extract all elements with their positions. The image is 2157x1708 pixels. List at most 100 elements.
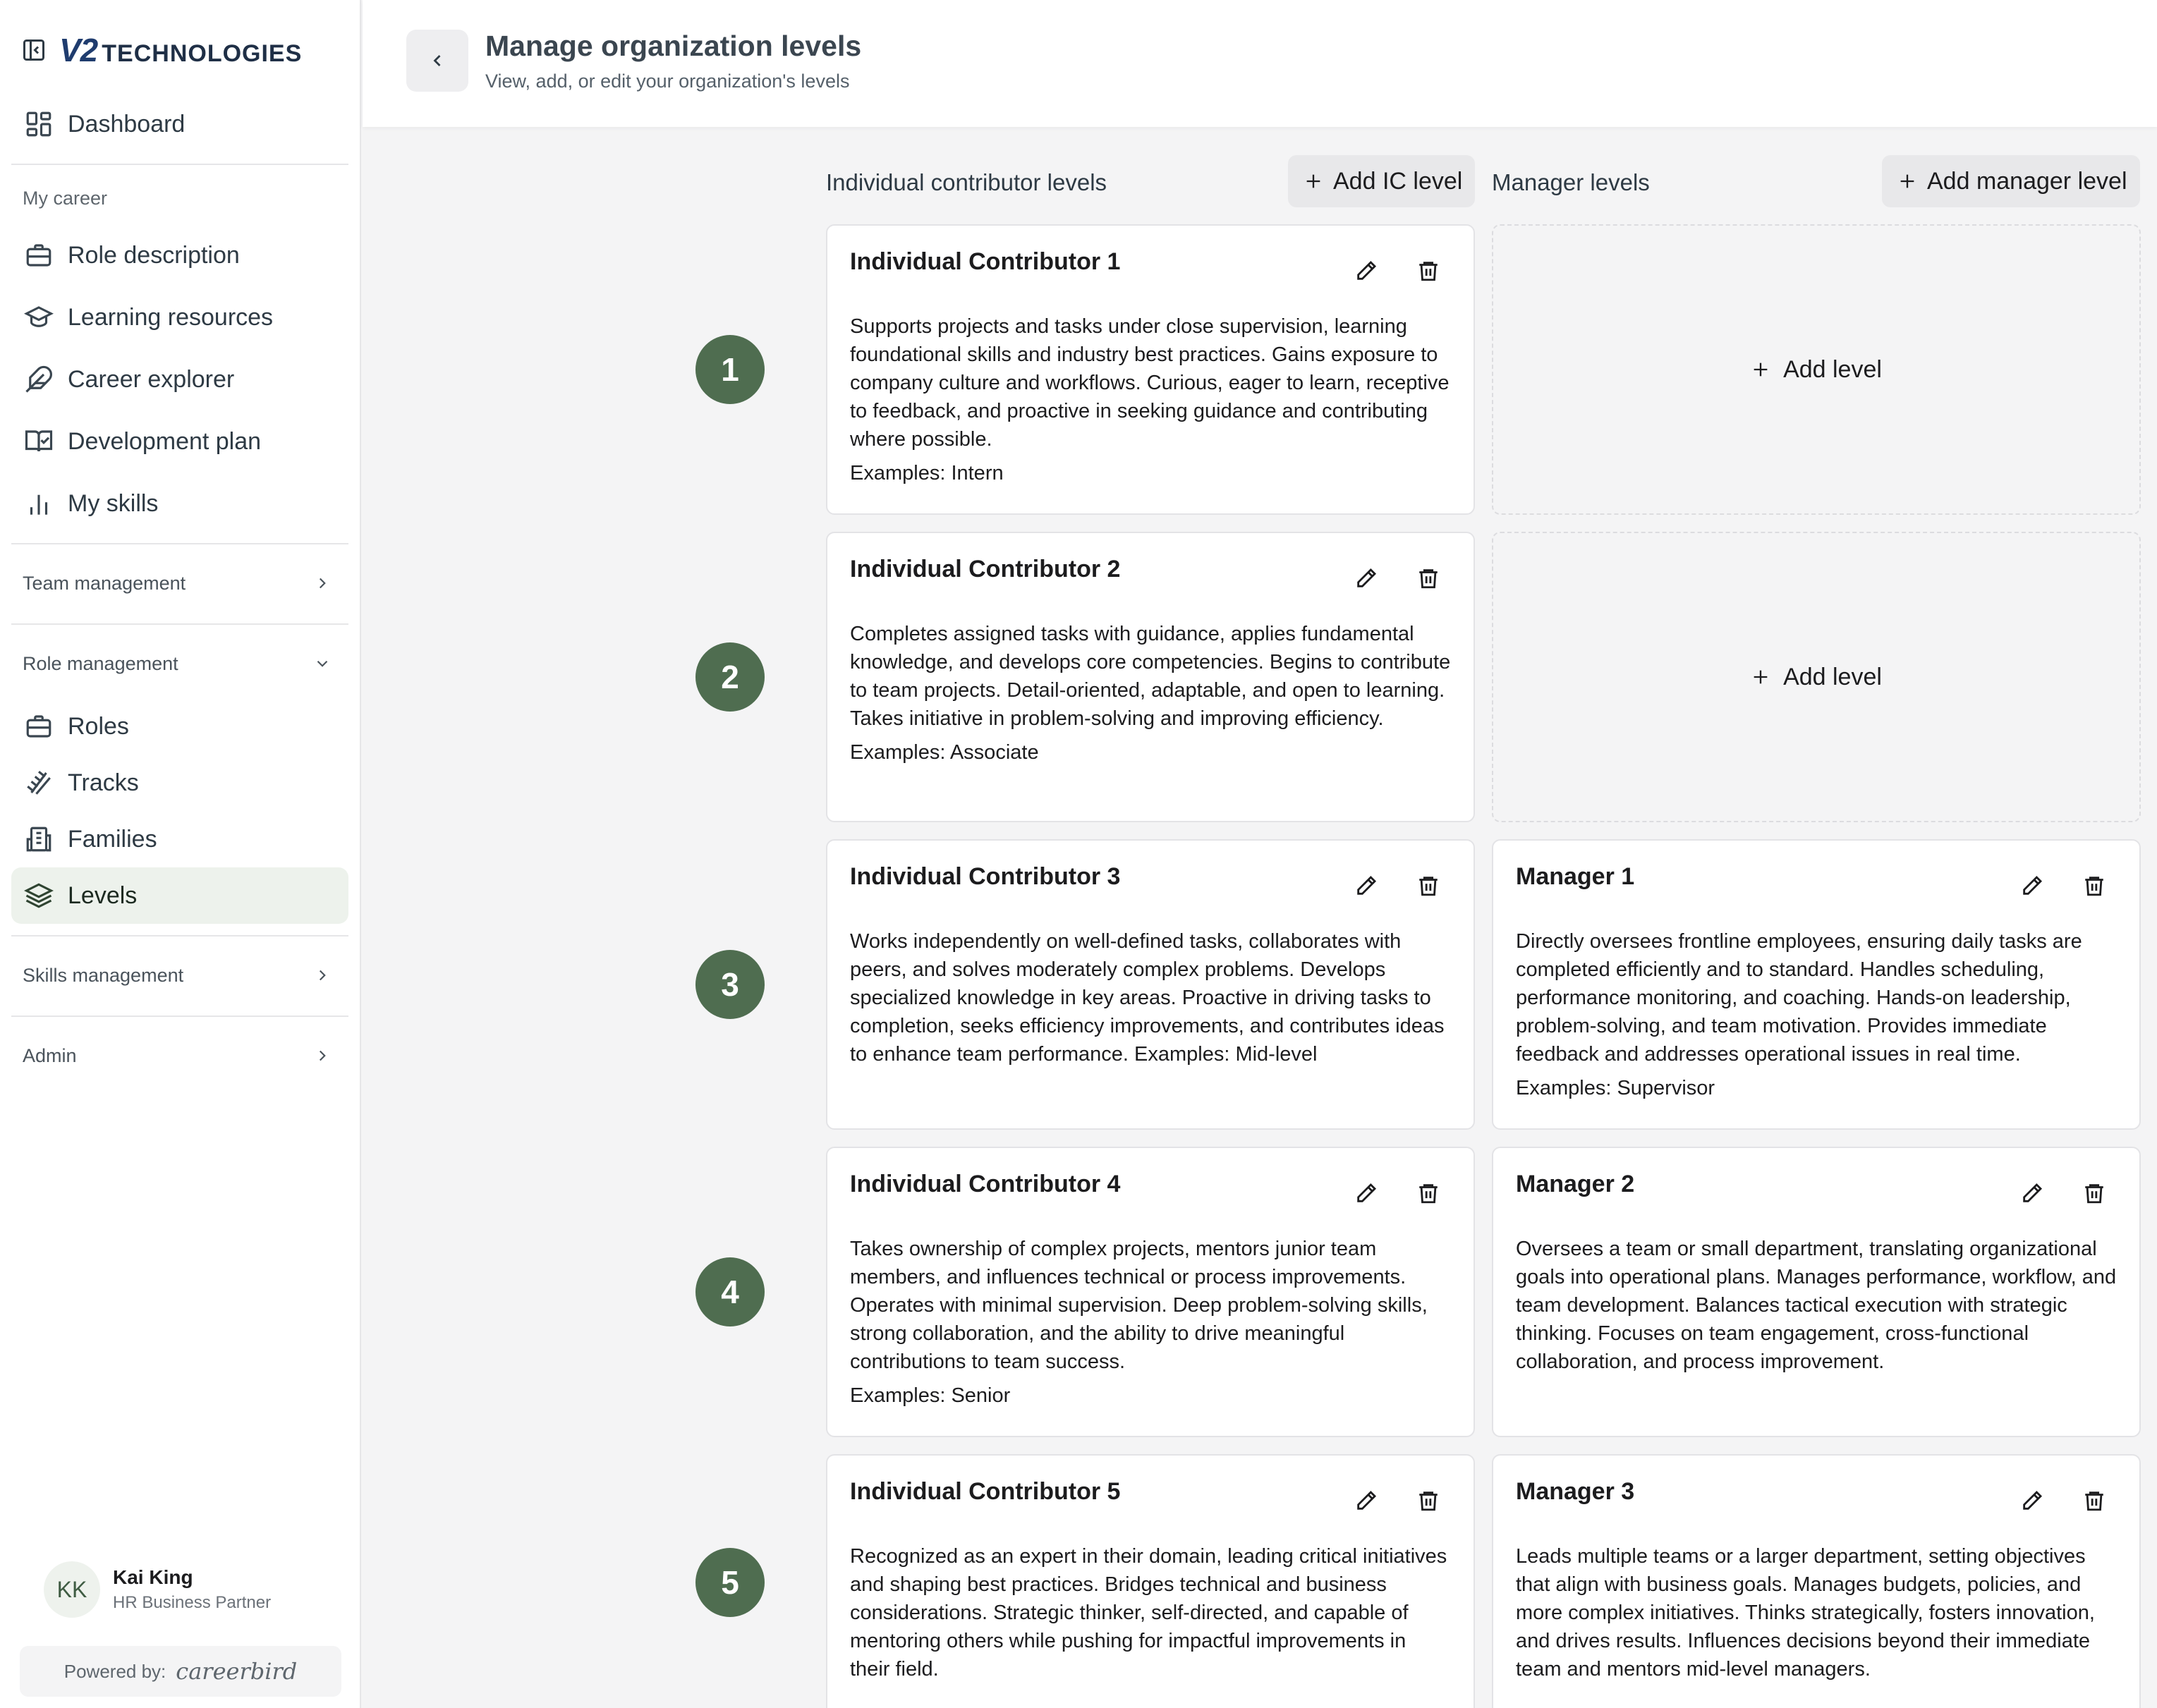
back-button[interactable] <box>406 30 468 92</box>
sidebar-item-tracks[interactable]: Tracks <box>11 755 348 811</box>
delete-trash-icon[interactable] <box>2082 1488 2107 1513</box>
sidebar-item-dashboard[interactable]: Dashboard <box>11 96 348 152</box>
plus-icon <box>1751 667 1770 687</box>
sidebar-item-families[interactable]: Families <box>11 811 348 867</box>
ic-level-card[interactable]: Individual Contributor 4 Takes ownership… <box>826 1147 1475 1437</box>
level-number-badge: 5 <box>695 1548 765 1617</box>
feather-icon <box>23 363 55 396</box>
level-card-description: Completes assigned tasks with guidance, … <box>850 623 1451 730</box>
sidebar-group-skills-management[interactable]: Skills management <box>11 951 348 1000</box>
divider <box>11 623 348 625</box>
sidebar-item-label: Role description <box>68 241 240 269</box>
sidebar-item-label: Tracks <box>68 769 139 796</box>
edit-pencil-icon[interactable] <box>1354 873 1379 898</box>
edit-pencil-icon[interactable] <box>1354 1181 1379 1206</box>
level-card-description: Supports projects and tasks under close … <box>850 315 1450 451</box>
sidebar-item-label: Career explorer <box>68 365 235 393</box>
sidebar-group-team-management[interactable]: Team management <box>11 559 348 608</box>
sidebar-group-role-management[interactable]: Role management <box>11 639 348 688</box>
sidebar-item-my-skills[interactable]: My skills <box>11 475 348 532</box>
sidebar-item-label: My skills <box>68 489 159 517</box>
collapse-sidebar-icon[interactable] <box>21 37 47 63</box>
book-check-icon <box>23 425 55 458</box>
sidebar: V2 TECHNOLOGIES Dashboard My career Role … <box>0 0 361 1708</box>
sidebar-item-levels[interactable]: Levels <box>11 867 348 924</box>
level-card-examples: Examples: Intern <box>850 462 1004 484</box>
user-title: HR Business Partner <box>113 1593 272 1612</box>
delete-trash-icon[interactable] <box>1416 566 1441 591</box>
page-subtitle: View, add, or edit your organization's l… <box>485 71 850 92</box>
powered-by-label: Powered by: <box>63 1660 166 1682</box>
manager-level-card[interactable]: Manager 1 Directly oversees frontline em… <box>1492 839 2141 1130</box>
sidebar-item-label: Families <box>68 825 157 853</box>
plus-icon <box>1304 171 1323 191</box>
level-number-badge: 2 <box>695 642 765 712</box>
delete-trash-icon[interactable] <box>1416 873 1441 898</box>
edit-pencil-icon[interactable] <box>2019 873 2045 898</box>
section-label-my-career: My career <box>23 188 108 209</box>
divider <box>11 935 348 937</box>
sidebar-item-label: Learning resources <box>68 303 274 331</box>
add-ic-level-button[interactable]: Add IC level <box>1288 155 1476 207</box>
sidebar-item-development-plan[interactable]: Development plan <box>11 413 348 470</box>
bar-chart-icon <box>23 487 55 520</box>
chevron-right-icon <box>313 574 332 592</box>
level-number-badge: 1 <box>695 335 765 404</box>
edit-pencil-icon[interactable] <box>2019 1181 2045 1206</box>
avatar: KK <box>44 1561 100 1618</box>
divider <box>11 1015 348 1017</box>
building-icon <box>23 823 55 855</box>
chevron-down-icon <box>313 654 332 673</box>
manager-level-card[interactable]: Manager 3 Leads multiple teams or a larg… <box>1492 1454 2141 1708</box>
delete-trash-icon[interactable] <box>1416 1181 1441 1206</box>
brand: V2 TECHNOLOGIES <box>21 31 302 69</box>
divider <box>11 164 348 165</box>
edit-pencil-icon[interactable] <box>1354 1488 1379 1513</box>
layers-icon <box>23 879 55 912</box>
briefcase-icon <box>23 710 55 743</box>
railway-track-icon <box>23 767 55 799</box>
careerbird-logo: careerbird <box>176 1658 298 1685</box>
edit-pencil-icon[interactable] <box>2019 1488 2045 1513</box>
chevron-left-icon <box>427 51 447 71</box>
sidebar-group-admin[interactable]: Admin <box>11 1031 348 1080</box>
delete-trash-icon[interactable] <box>2082 873 2107 898</box>
add-level-placeholder[interactable]: Add level <box>1492 224 2141 515</box>
delete-trash-icon[interactable] <box>1416 258 1441 283</box>
level-card-description: Recognized as an expert in their domain,… <box>850 1545 1447 1680</box>
level-card-description: Works independently on well-defined task… <box>850 930 1445 1066</box>
edit-pencil-icon[interactable] <box>1354 566 1379 591</box>
graduation-cap-icon <box>23 301 55 334</box>
sidebar-item-label: Development plan <box>68 427 262 455</box>
plus-icon <box>1751 360 1770 379</box>
chevron-right-icon <box>313 966 332 984</box>
sidebar-item-label: Roles <box>68 712 129 740</box>
ic-level-card[interactable]: Individual Contributor 2 Completes assig… <box>826 532 1475 822</box>
add-manager-level-button[interactable]: Add manager level <box>1882 155 2140 207</box>
add-level-placeholder[interactable]: Add level <box>1492 532 2141 822</box>
sidebar-item-learning-resources[interactable]: Learning resources <box>11 289 348 346</box>
company-logo[interactable]: V2 TECHNOLOGIES <box>59 31 302 69</box>
dashboard-icon <box>23 108 55 140</box>
sidebar-item-label: Levels <box>68 882 138 909</box>
user-name: Kai King <box>113 1566 193 1588</box>
ic-level-card[interactable]: Individual Contributor 5 Recognized as a… <box>826 1454 1475 1708</box>
ic-level-card[interactable]: Individual Contributor 3 Works independe… <box>826 839 1475 1130</box>
delete-trash-icon[interactable] <box>1416 1488 1441 1513</box>
briefcase-icon <box>23 239 55 272</box>
level-card-description: Leads multiple teams or a larger departm… <box>1516 1545 2095 1680</box>
ic-column-title: Individual contributor levels <box>826 169 1107 195</box>
page-header: Manage organization levels View, add, or… <box>363 0 2157 127</box>
ic-level-card[interactable]: Individual Contributor 1 Supports projec… <box>826 224 1475 515</box>
manager-level-card[interactable]: Manager 2 Oversees a team or small depar… <box>1492 1147 2141 1437</box>
edit-pencil-icon[interactable] <box>1354 258 1379 283</box>
plus-icon <box>1897 171 1917 191</box>
sidebar-item-roles[interactable]: Roles <box>11 698 348 755</box>
sidebar-item-career-explorer[interactable]: Career explorer <box>11 351 348 408</box>
sidebar-item-role-description[interactable]: Role description <box>11 227 348 283</box>
level-card-description: Takes ownership of complex projects, men… <box>850 1238 1428 1373</box>
user-profile[interactable]: KK Kai King HR Business Partner <box>44 1561 271 1618</box>
level-card-description: Directly oversees frontline employees, e… <box>1516 930 2082 1066</box>
level-number-badge: 4 <box>695 1257 765 1326</box>
delete-trash-icon[interactable] <box>2082 1181 2107 1206</box>
